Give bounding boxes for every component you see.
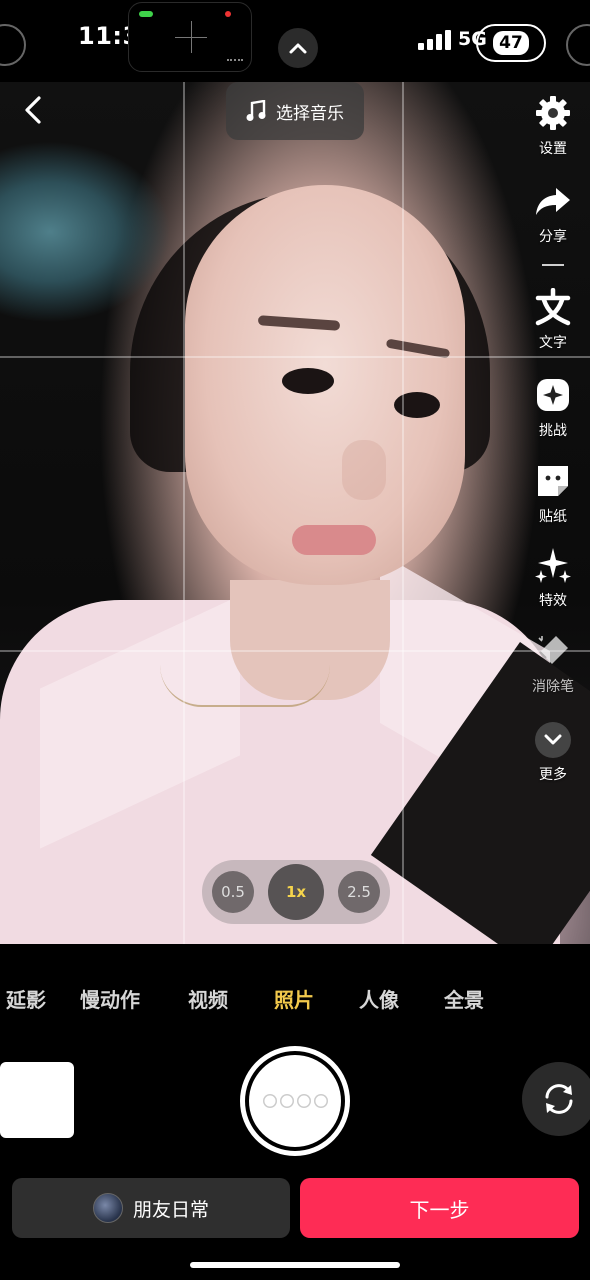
tool-label: 消除笔 [532,679,574,695]
grid-line [0,650,590,652]
mode-tab[interactable]: 慢动作 [80,984,140,1013]
avatar [92,1193,123,1223]
chevron-up-icon [289,43,307,54]
sparkle-icon [535,548,571,583]
mode-tab[interactable]: 视频 [188,984,228,1013]
tool-label: 挑战 [539,423,567,439]
tool-effects[interactable]: 特效 [520,546,586,610]
select-music-button[interactable]: 选择音乐 [226,82,364,140]
next-step-label: 下一步 [409,1197,470,1222]
camera-settings-icon[interactable] [566,24,590,66]
zoom-option[interactable]: 2.5 [338,871,380,913]
tool-settings[interactable]: 设置 [520,94,586,158]
collapse-chevron-button[interactable] [278,28,318,68]
mode-tab-active[interactable]: 照片 [274,984,314,1013]
flip-camera-icon [545,1084,573,1114]
tool-eraser[interactable]: 消除笔 [520,632,586,696]
tool-label: 设置 [539,141,567,157]
share-arrow-icon [536,188,570,215]
tool-share[interactable]: 分享 [520,182,586,246]
tool-sticker[interactable]: 贴纸 [520,462,586,526]
camera-viewfinder[interactable] [0,82,590,944]
tool-label: 更多 [539,767,567,783]
tool-more[interactable]: 更多 [520,722,586,784]
battery-level: 47 [493,31,529,55]
grid-line [0,356,590,358]
grid-line [402,82,404,944]
eraser-icon [538,636,568,664]
dynamic-island [128,2,252,72]
battery-indicator: 47 [476,24,546,62]
tool-label: 分享 [539,229,567,245]
grid-line [183,82,185,944]
tool-text[interactable]: 文字 [520,288,586,352]
more-circle [535,722,571,758]
shutter-button[interactable] [240,1046,350,1156]
mode-tab[interactable]: 人像 [359,984,399,1013]
gallery-thumbnail[interactable] [0,1062,74,1138]
flip-camera-button[interactable] [522,1062,590,1136]
tool-label: 文字 [539,335,567,351]
friends-daily-label: 朋友日常 [132,1198,209,1221]
select-music-label: 选择音乐 [276,103,344,124]
challenge-icon [537,379,569,411]
zoom-selector: 0.5 1x 2.5 [202,860,390,924]
friends-daily-button[interactable]: 朋友日常 [12,1178,290,1238]
chevron-down-icon [544,734,562,745]
gear-icon [536,96,570,130]
signal-icon [418,30,451,50]
sticker-icon [538,466,568,496]
mode-tab[interactable]: 全景 [444,984,484,1013]
tool-challenge[interactable]: 挑战 [520,376,586,440]
back-button[interactable] [16,92,52,128]
zoom-option[interactable]: 0.5 [212,871,254,913]
toolbar-divider [542,264,564,266]
tool-label: 特效 [539,593,567,609]
text-icon [535,288,571,326]
flash-icon[interactable] [0,24,26,66]
home-indicator[interactable] [190,1262,400,1268]
mode-tab[interactable]: 延影 [6,984,46,1013]
next-step-button[interactable]: 下一步 [300,1178,579,1238]
music-note-icon [246,100,266,121]
capture-mode-strip: 延影 慢动作 视频 照片 人像 全景 [0,944,590,1048]
zoom-option-selected[interactable]: 1x [268,864,324,920]
tool-label: 贴纸 [539,509,567,525]
